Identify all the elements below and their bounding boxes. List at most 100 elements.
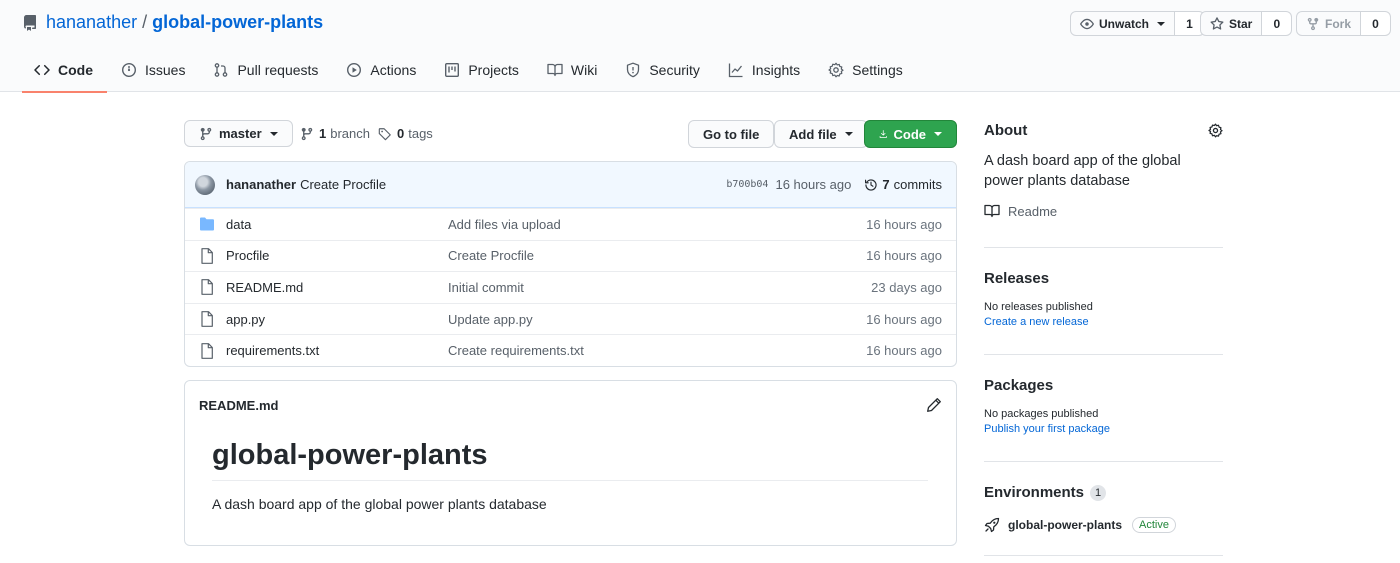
chevron-down-icon (934, 132, 942, 136)
rocket-icon (984, 517, 1000, 533)
environments-title[interactable]: Environments (984, 484, 1084, 501)
file-row: Procfile Create Procfile 16 hours ago (185, 239, 956, 272)
packages-empty-text: No packages published (984, 408, 1099, 420)
about-section: About A dash board app of the global pow… (984, 122, 1223, 219)
file-commit-message-link[interactable]: Create requirements.txt (448, 343, 866, 358)
issue-icon (121, 62, 137, 78)
branch-count-label: branch (330, 126, 370, 141)
commit-time: 16 hours ago (775, 177, 852, 192)
stargazers-count[interactable]: 0 (1262, 11, 1293, 36)
unwatch-button[interactable]: Unwatch (1070, 11, 1176, 36)
tab-label: Issues (145, 62, 186, 78)
add-file-button[interactable]: Add file (774, 120, 868, 148)
tab-security[interactable]: Security (611, 48, 714, 92)
tags-link[interactable]: 0 tags (378, 126, 433, 141)
fork-button[interactable]: Fork (1296, 11, 1362, 36)
pencil-icon[interactable] (926, 397, 942, 413)
file-row: app.py Update app.py 16 hours ago (185, 302, 956, 335)
file-commit-message-link[interactable]: Update app.py (448, 312, 866, 327)
file-commit-message-link[interactable]: Add files via upload (448, 217, 866, 232)
readme-header: README.md (185, 381, 956, 429)
create-release-link[interactable]: Create a new release (984, 316, 1223, 328)
file-name-link[interactable]: Procfile (226, 248, 448, 263)
commits-history-link[interactable]: 7 commits (864, 177, 942, 192)
file-icon (199, 247, 215, 264)
tab-label: Insights (751, 62, 801, 78)
packages-section: Packages No packages published Publish y… (984, 377, 1223, 435)
latest-commit-bar: hananather Create Procfile b700b04 16 ho… (185, 162, 956, 208)
branch-icon (301, 127, 313, 140)
environment-item[interactable]: global-power-plants Active (984, 517, 1223, 533)
code-download-button[interactable]: Code (864, 120, 957, 148)
tab-issues[interactable]: Issues (107, 48, 199, 92)
watch-group: Unwatch 1 (1070, 11, 1206, 36)
readme-content: global-power-plants A dash board app of … (185, 429, 956, 512)
commit-sha-link[interactable]: b700b04 (726, 179, 768, 190)
tab-label: Actions (370, 62, 417, 78)
tab-insights[interactable]: Insights (714, 48, 814, 92)
readme-filename: README.md (199, 397, 279, 413)
file-commit-message-link[interactable]: Create Procfile (448, 248, 866, 263)
status-badge: Active (1132, 517, 1176, 533)
commit-count: 7 (882, 177, 890, 192)
fork-icon (1307, 17, 1319, 30)
folder-icon (199, 217, 215, 231)
tab-projects[interactable]: Projects (430, 48, 533, 92)
gear-icon (828, 62, 844, 78)
branch-count: 1 (319, 126, 327, 141)
commit-count-label: commits (893, 177, 942, 192)
file-name-link[interactable]: requirements.txt (226, 343, 448, 358)
chevron-down-icon (1157, 21, 1166, 26)
file-age: 16 hours ago (866, 248, 942, 264)
repo-owner-link[interactable]: hananather (46, 12, 137, 33)
file-name-link[interactable]: app.py (226, 312, 448, 327)
branches-link[interactable]: 1 branch (300, 126, 370, 141)
commit-message-link[interactable]: Create Procfile (300, 177, 386, 192)
file-name-link[interactable]: README.md (226, 280, 448, 295)
sidebar-divider (984, 461, 1223, 462)
environment-name-link[interactable]: global-power-plants (1008, 518, 1122, 532)
tab-actions[interactable]: Actions (332, 48, 430, 92)
file-icon (199, 342, 215, 359)
file-commit-message-link[interactable]: Initial commit (448, 280, 871, 295)
go-to-file-button[interactable]: Go to file (688, 120, 775, 148)
branch-select-button[interactable]: master (184, 120, 293, 147)
eye-icon (1080, 18, 1094, 29)
repo-icon (22, 14, 38, 31)
file-name-link[interactable]: data (226, 217, 448, 232)
tab-code[interactable]: Code (22, 48, 107, 93)
tab-label: Code (58, 62, 93, 78)
commit-author-link[interactable]: hananather (226, 177, 296, 192)
repo-nav-tabs: Code Issues Pull requests Actions Projec… (22, 48, 917, 93)
repo-name-link[interactable]: global-power-plants (152, 12, 323, 33)
code-button-label: Code (893, 126, 927, 142)
releases-title[interactable]: Releases (984, 270, 1223, 287)
tag-icon (378, 127, 391, 140)
sidebar-divider (984, 247, 1223, 248)
history-icon (865, 178, 877, 191)
code-icon (34, 64, 50, 76)
tab-label: Security (649, 62, 700, 78)
tab-settings[interactable]: Settings (814, 48, 917, 92)
sidebar-divider (984, 555, 1223, 556)
book-icon (547, 63, 563, 77)
publish-package-link[interactable]: Publish your first package (984, 423, 1223, 435)
file-age: 16 hours ago (866, 311, 942, 327)
readme-link-label: Readme (1008, 203, 1058, 219)
forks-count[interactable]: 0 (1361, 11, 1392, 36)
fork-label: Fork (1325, 16, 1352, 31)
tab-label: Projects (468, 62, 519, 78)
readme-link[interactable]: Readme (984, 203, 1223, 219)
avatar[interactable] (195, 174, 215, 195)
packages-title[interactable]: Packages (984, 377, 1223, 394)
file-age: 16 hours ago (866, 216, 942, 232)
tab-label: Settings (852, 62, 903, 78)
star-icon (1210, 16, 1224, 30)
tab-pull-requests[interactable]: Pull requests (199, 48, 332, 92)
unwatch-label: Unwatch (1099, 16, 1150, 31)
graph-icon (728, 63, 743, 78)
gear-icon[interactable] (1208, 123, 1223, 138)
file-browser: hananather Create Procfile b700b04 16 ho… (184, 161, 957, 367)
tab-wiki[interactable]: Wiki (533, 48, 611, 92)
star-button[interactable]: Star (1200, 11, 1263, 36)
